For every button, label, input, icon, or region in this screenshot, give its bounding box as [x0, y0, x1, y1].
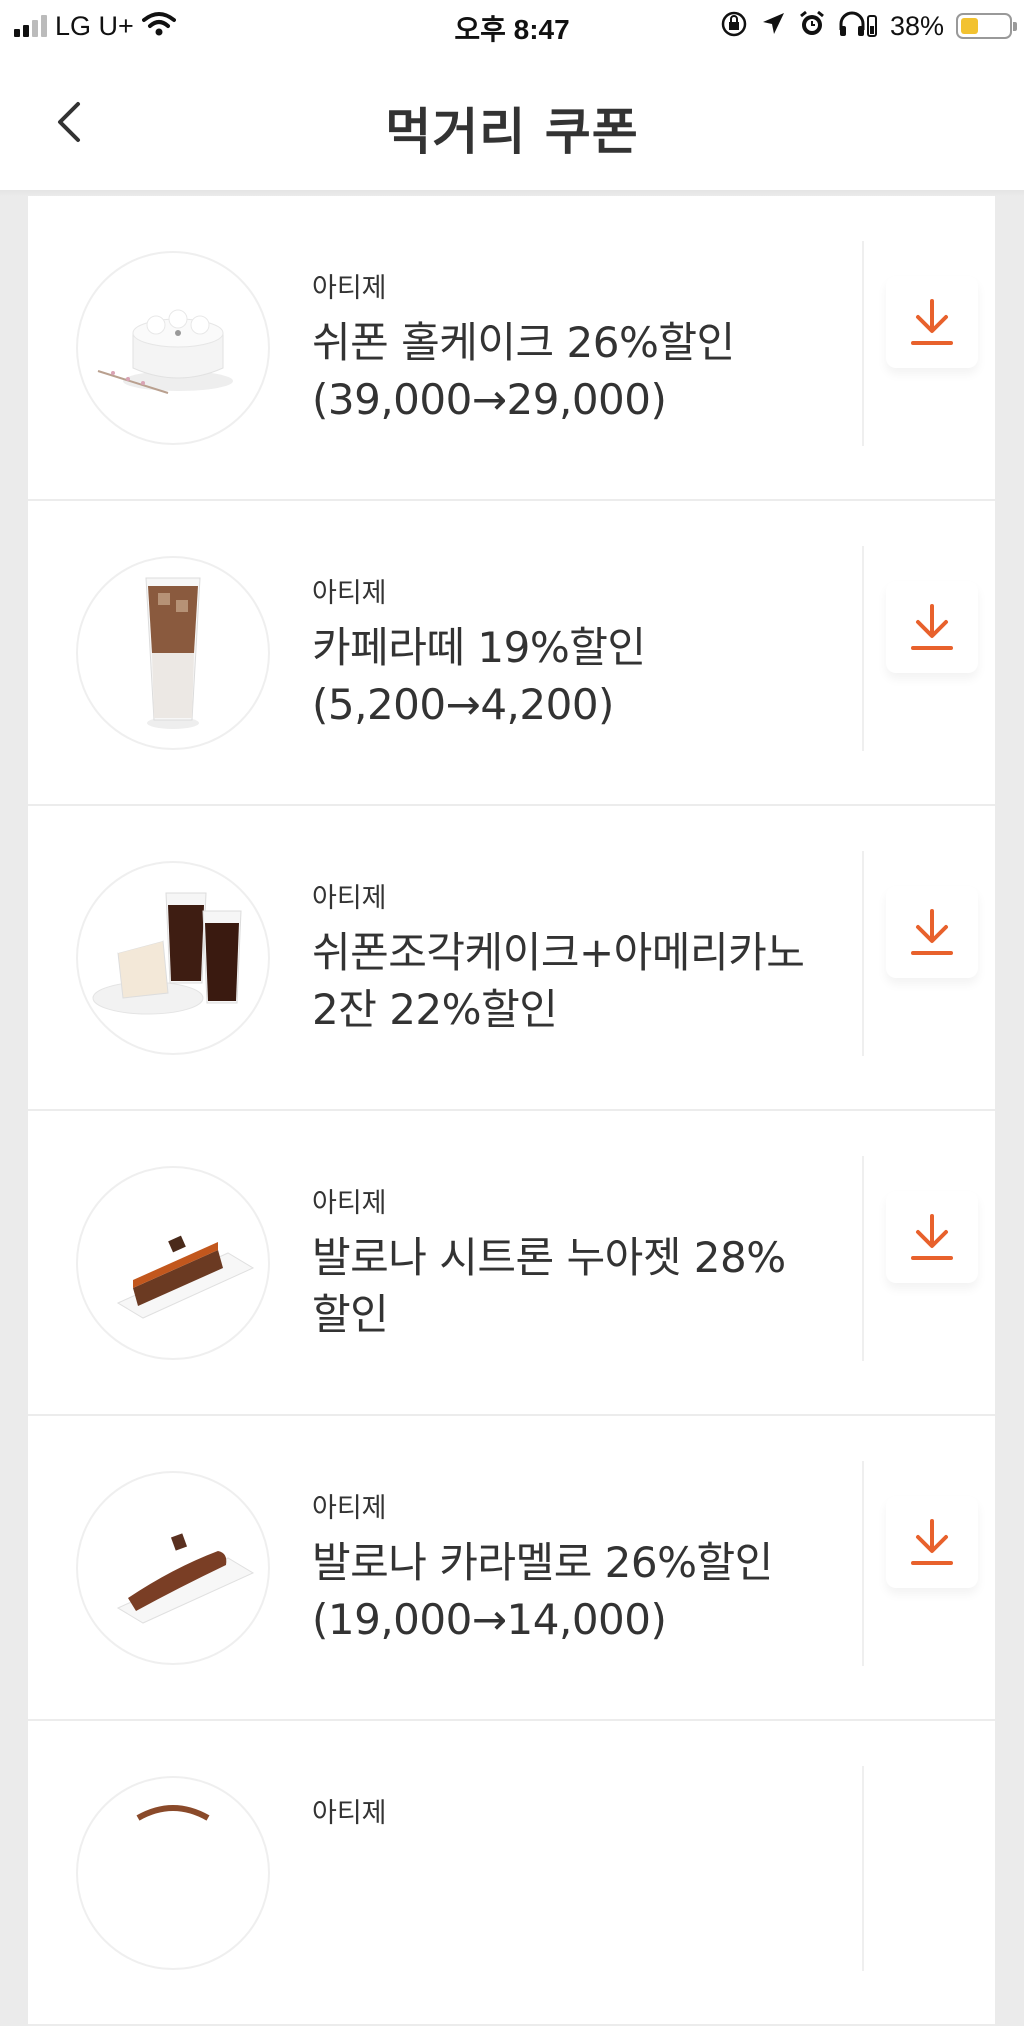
- coupon-title-line2: (19,000→14,000): [312, 1595, 667, 1644]
- coupon-title-line1: 쉬폰 홀케이크 26%할인: [312, 318, 735, 367]
- brand-name: 아티제: [312, 883, 387, 914]
- coupon-title-line2: (39,000→29,000): [312, 375, 667, 424]
- download-icon: [911, 604, 953, 650]
- page-title: 먹거리 쿠폰: [385, 103, 639, 161]
- divider: [862, 1461, 864, 1666]
- brand-name: 아티제: [312, 1798, 387, 1829]
- coupon-title: 쉬폰조각케이크+아메리카노 2잔 22%할인: [312, 924, 842, 1038]
- coupon-title-line2: 할인: [312, 1290, 389, 1339]
- coupon-title: 발로나 카라멜로 26%할인 (19,000→14,000): [312, 1534, 842, 1648]
- brand-name: 아티제: [312, 1188, 387, 1219]
- iced-cafe-latte-image: [76, 556, 270, 750]
- brand-name: 아티제: [312, 273, 387, 304]
- brand-name: 아티제: [312, 578, 387, 609]
- divider: [862, 1156, 864, 1361]
- divider: [862, 851, 864, 1056]
- coupon-card[interactable]: 아티제 카페라떼 19%할인 (5,200→4,200): [28, 501, 995, 806]
- coupon-list: 아티제 쉬폰 홀케이크 26%할인 (39,000→29,000) 아티제 카페…: [28, 196, 995, 2026]
- coupon-card[interactable]: 아티제: [28, 1721, 995, 2026]
- coupon-title: 쉬폰 홀케이크 26%할인 (39,000→29,000): [312, 314, 842, 428]
- coupon-title-line2: 2잔 22%할인: [312, 985, 558, 1034]
- download-icon: [911, 909, 953, 955]
- download-button[interactable]: [886, 1496, 978, 1588]
- download-icon: [911, 1214, 953, 1260]
- coupon-title-line2: (5,200→4,200): [312, 680, 614, 729]
- coupon-title: 카페라떼 19%할인 (5,200→4,200): [312, 619, 842, 733]
- battery-percentage: 38%: [889, 10, 944, 41]
- download-button[interactable]: [886, 1191, 978, 1283]
- coupon-title-line1: 발로나 카라멜로 26%할인: [312, 1538, 773, 1587]
- product-image: [76, 1776, 270, 1970]
- rotation-lock-icon: [720, 10, 748, 42]
- divider: [862, 546, 864, 751]
- coupon-title-line1: 카페라떼 19%할인: [312, 623, 646, 672]
- chiffon-whole-cake-image: [76, 251, 270, 445]
- valrhona-caramelo-cake-image: [76, 1471, 270, 1665]
- status-bar: LG U+ 오후 8:47 38%: [0, 0, 1024, 52]
- valrhona-citron-cake-image: [76, 1166, 270, 1360]
- download-icon: [911, 1519, 953, 1565]
- download-icon: [911, 299, 953, 345]
- headphones-icon: [838, 10, 878, 42]
- coupon-title-line1: 발로나 시트론 누아젯 28%: [312, 1233, 786, 1282]
- coupon-card[interactable]: 아티제 쉬폰조각케이크+아메리카노 2잔 22%할인: [28, 806, 995, 1111]
- battery-icon: [956, 13, 1017, 39]
- coupon-card[interactable]: 아티제 쉬폰 홀케이크 26%할인 (39,000→29,000): [28, 196, 995, 501]
- location-arrow-icon: [760, 11, 786, 41]
- cake-slice-and-americanos-image: [76, 861, 270, 1055]
- battery-level-fill: [961, 18, 978, 34]
- app-header: 먹거리 쿠폰: [0, 52, 1024, 190]
- alarm-icon: [798, 10, 826, 42]
- download-button[interactable]: [886, 276, 978, 368]
- coupon-title: 발로나 시트론 누아젯 28% 할인: [312, 1229, 842, 1343]
- download-button[interactable]: [886, 581, 978, 673]
- brand-name: 아티제: [312, 1493, 387, 1524]
- divider: [862, 1766, 864, 1971]
- download-button[interactable]: [886, 886, 978, 978]
- status-right: 38%: [720, 8, 1017, 44]
- coupon-card[interactable]: 아티제 발로나 카라멜로 26%할인 (19,000→14,000): [28, 1416, 995, 1721]
- coupon-title-line1: 쉬폰조각케이크+아메리카노: [312, 928, 805, 977]
- coupon-card[interactable]: 아티제 발로나 시트론 누아젯 28% 할인: [28, 1111, 995, 1416]
- divider: [862, 241, 864, 446]
